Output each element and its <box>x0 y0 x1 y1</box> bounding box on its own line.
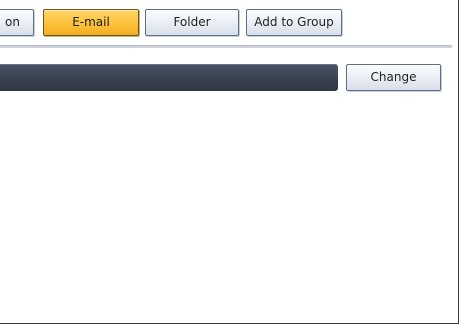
tab-folder[interactable]: Folder <box>145 9 239 36</box>
destination-value-field <box>0 64 338 91</box>
tab-partial[interactable]: on <box>0 9 34 36</box>
tab-email[interactable]: E-mail <box>43 9 139 36</box>
address-entry-panel: on E-mail Folder Add to Group Change <box>0 0 459 324</box>
tab-divider <box>0 45 452 48</box>
change-button[interactable]: Change <box>346 64 441 91</box>
tab-add-to-group[interactable]: Add to Group <box>246 9 342 36</box>
